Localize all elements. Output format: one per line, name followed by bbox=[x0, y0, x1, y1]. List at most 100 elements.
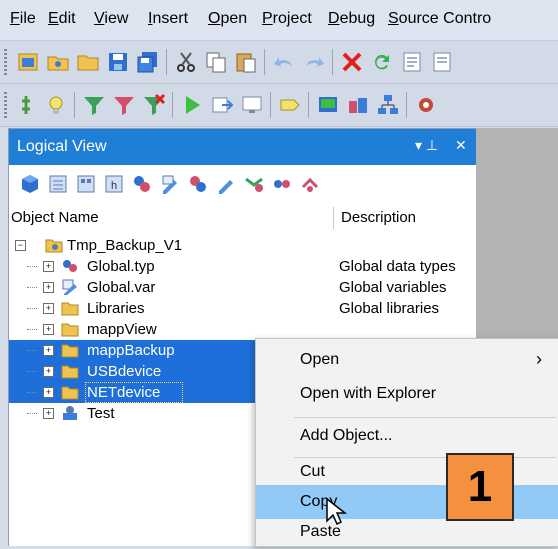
header-file-icon[interactable]: h bbox=[103, 173, 125, 195]
expand-toggle-icon[interactable]: + bbox=[43, 261, 54, 272]
tree-connector bbox=[27, 308, 37, 309]
toolbar-grip[interactable] bbox=[4, 49, 7, 75]
expand-toggle-icon[interactable]: + bbox=[43, 345, 54, 356]
variable-alt-icon[interactable] bbox=[215, 173, 237, 195]
panel-pin-icon[interactable]: ▾ ⊥ bbox=[415, 137, 438, 154]
menu-item-open-with-explorer-label: Open with Explorer bbox=[300, 385, 437, 402]
monitor-icon[interactable] bbox=[240, 93, 264, 117]
step-icon[interactable] bbox=[14, 93, 38, 117]
menu-insert[interactable]: Insert bbox=[148, 10, 188, 28]
tree-row-global-typ[interactable]: + Global.typ Global data types bbox=[9, 256, 476, 277]
run-icon[interactable] bbox=[180, 93, 204, 117]
type-icon bbox=[61, 258, 79, 274]
document-icon[interactable] bbox=[430, 50, 454, 74]
screen-icon[interactable] bbox=[316, 93, 340, 117]
filter-icon[interactable] bbox=[82, 93, 106, 117]
menu-item-add-object[interactable]: Add Object... bbox=[256, 419, 558, 453]
menu-separator bbox=[294, 417, 556, 418]
cube-icon[interactable] bbox=[19, 173, 41, 195]
step-callout-badge: 1 bbox=[446, 453, 514, 521]
expand-toggle-icon[interactable]: + bbox=[43, 303, 54, 314]
hardware-icon[interactable] bbox=[346, 93, 370, 117]
collapse-toggle-icon[interactable]: − bbox=[15, 240, 26, 251]
tree-item-label: Libraries bbox=[87, 300, 145, 317]
expand-toggle-icon[interactable]: + bbox=[43, 408, 54, 419]
tree-connector bbox=[27, 413, 37, 414]
menu-item-open-with-explorer[interactable]: Open with Explorer bbox=[256, 377, 558, 411]
redo-icon[interactable] bbox=[302, 50, 326, 74]
expand-toggle-icon[interactable]: + bbox=[43, 366, 54, 377]
library-icon[interactable] bbox=[243, 173, 265, 195]
submenu-arrow-icon: › bbox=[536, 349, 542, 369]
menu-file[interactable]: File bbox=[10, 10, 36, 28]
undo-icon[interactable] bbox=[272, 50, 296, 74]
tree-row-libraries[interactable]: + Libraries Global libraries bbox=[9, 298, 476, 319]
tree-item-description: Global variables bbox=[339, 279, 447, 296]
expand-toggle-icon[interactable]: + bbox=[43, 387, 54, 398]
cut-icon[interactable] bbox=[174, 50, 198, 74]
delete-icon[interactable] bbox=[340, 50, 364, 74]
tree-row-global-var[interactable]: + Global.var Global variables bbox=[9, 277, 476, 298]
datatype-alt-icon[interactable] bbox=[187, 173, 209, 195]
list-view-icon[interactable] bbox=[47, 173, 69, 195]
menu-source-control[interactable]: Source Contro bbox=[388, 10, 491, 28]
network-icon[interactable] bbox=[376, 93, 400, 117]
tree-connector bbox=[27, 329, 37, 330]
save-all-icon[interactable] bbox=[136, 50, 160, 74]
transfer-icon[interactable] bbox=[210, 93, 234, 117]
toolbar-separator bbox=[172, 92, 173, 118]
menu-item-open[interactable]: Open › bbox=[256, 343, 558, 377]
menu-bar: File Edit View Insert Open Project Debug… bbox=[0, 0, 558, 41]
panel-title: Logical View bbox=[17, 138, 107, 155]
column-header: Object Name Description bbox=[9, 205, 476, 229]
hint-bulb-icon[interactable] bbox=[44, 93, 68, 117]
column-divider[interactable] bbox=[333, 207, 334, 229]
open-project-icon[interactable] bbox=[46, 50, 70, 74]
panel-close-icon[interactable]: ✕ bbox=[455, 137, 467, 154]
menu-item-open-label: Open bbox=[300, 351, 340, 368]
toolbar-separator bbox=[264, 49, 265, 75]
tag-icon[interactable] bbox=[278, 93, 302, 117]
tree-row-mappview[interactable]: + mappView bbox=[9, 319, 476, 340]
settings-gear-icon[interactable] bbox=[414, 93, 438, 117]
refresh-icon[interactable] bbox=[370, 50, 394, 74]
filter-alt-icon[interactable] bbox=[112, 93, 136, 117]
variable-icon[interactable] bbox=[159, 173, 181, 195]
open-folder-icon[interactable] bbox=[76, 50, 100, 74]
properties-icon[interactable] bbox=[400, 50, 424, 74]
menu-item-add-object-label: Add Object... bbox=[300, 427, 393, 444]
tree-root[interactable]: − Tmp_Backup_V1 bbox=[9, 235, 476, 256]
menu-edit[interactable]: Edit bbox=[48, 10, 76, 28]
toolbar-grip[interactable] bbox=[4, 92, 7, 118]
expand-toggle-icon[interactable]: + bbox=[43, 282, 54, 293]
tree-item-label: Global.typ bbox=[87, 258, 155, 275]
paste-icon[interactable] bbox=[234, 50, 258, 74]
focus-rectangle bbox=[85, 382, 183, 403]
folder-icon bbox=[61, 384, 79, 400]
save-icon[interactable] bbox=[106, 50, 130, 74]
menu-view[interactable]: View bbox=[94, 10, 128, 28]
menu-open[interactable]: Open bbox=[208, 10, 247, 28]
filter-clear-icon[interactable] bbox=[142, 93, 166, 117]
new-project-icon[interactable] bbox=[16, 50, 40, 74]
tree-item-label: Global.var bbox=[87, 279, 156, 296]
folder-icon bbox=[61, 300, 79, 316]
svg-text:h: h bbox=[111, 180, 117, 192]
menu-item-cut-label: Cut bbox=[300, 463, 325, 480]
details-view-icon[interactable] bbox=[75, 173, 97, 195]
object-link-icon[interactable] bbox=[299, 173, 321, 195]
expand-toggle-icon[interactable]: + bbox=[43, 324, 54, 335]
menu-debug[interactable]: Debug bbox=[328, 10, 375, 28]
tree-connector bbox=[27, 350, 37, 351]
column-object-name[interactable]: Object Name bbox=[11, 209, 99, 226]
tree-connector bbox=[27, 392, 37, 393]
mouse-cursor-icon bbox=[326, 497, 347, 526]
folder-icon bbox=[61, 363, 79, 379]
tree-connector bbox=[27, 266, 37, 267]
column-description[interactable]: Description bbox=[341, 209, 416, 226]
menu-project[interactable]: Project bbox=[262, 10, 312, 28]
datatype-icon[interactable] bbox=[131, 173, 153, 195]
standard-toolbar bbox=[0, 41, 558, 84]
copy-icon[interactable] bbox=[204, 50, 228, 74]
network-object-icon[interactable] bbox=[271, 173, 293, 195]
